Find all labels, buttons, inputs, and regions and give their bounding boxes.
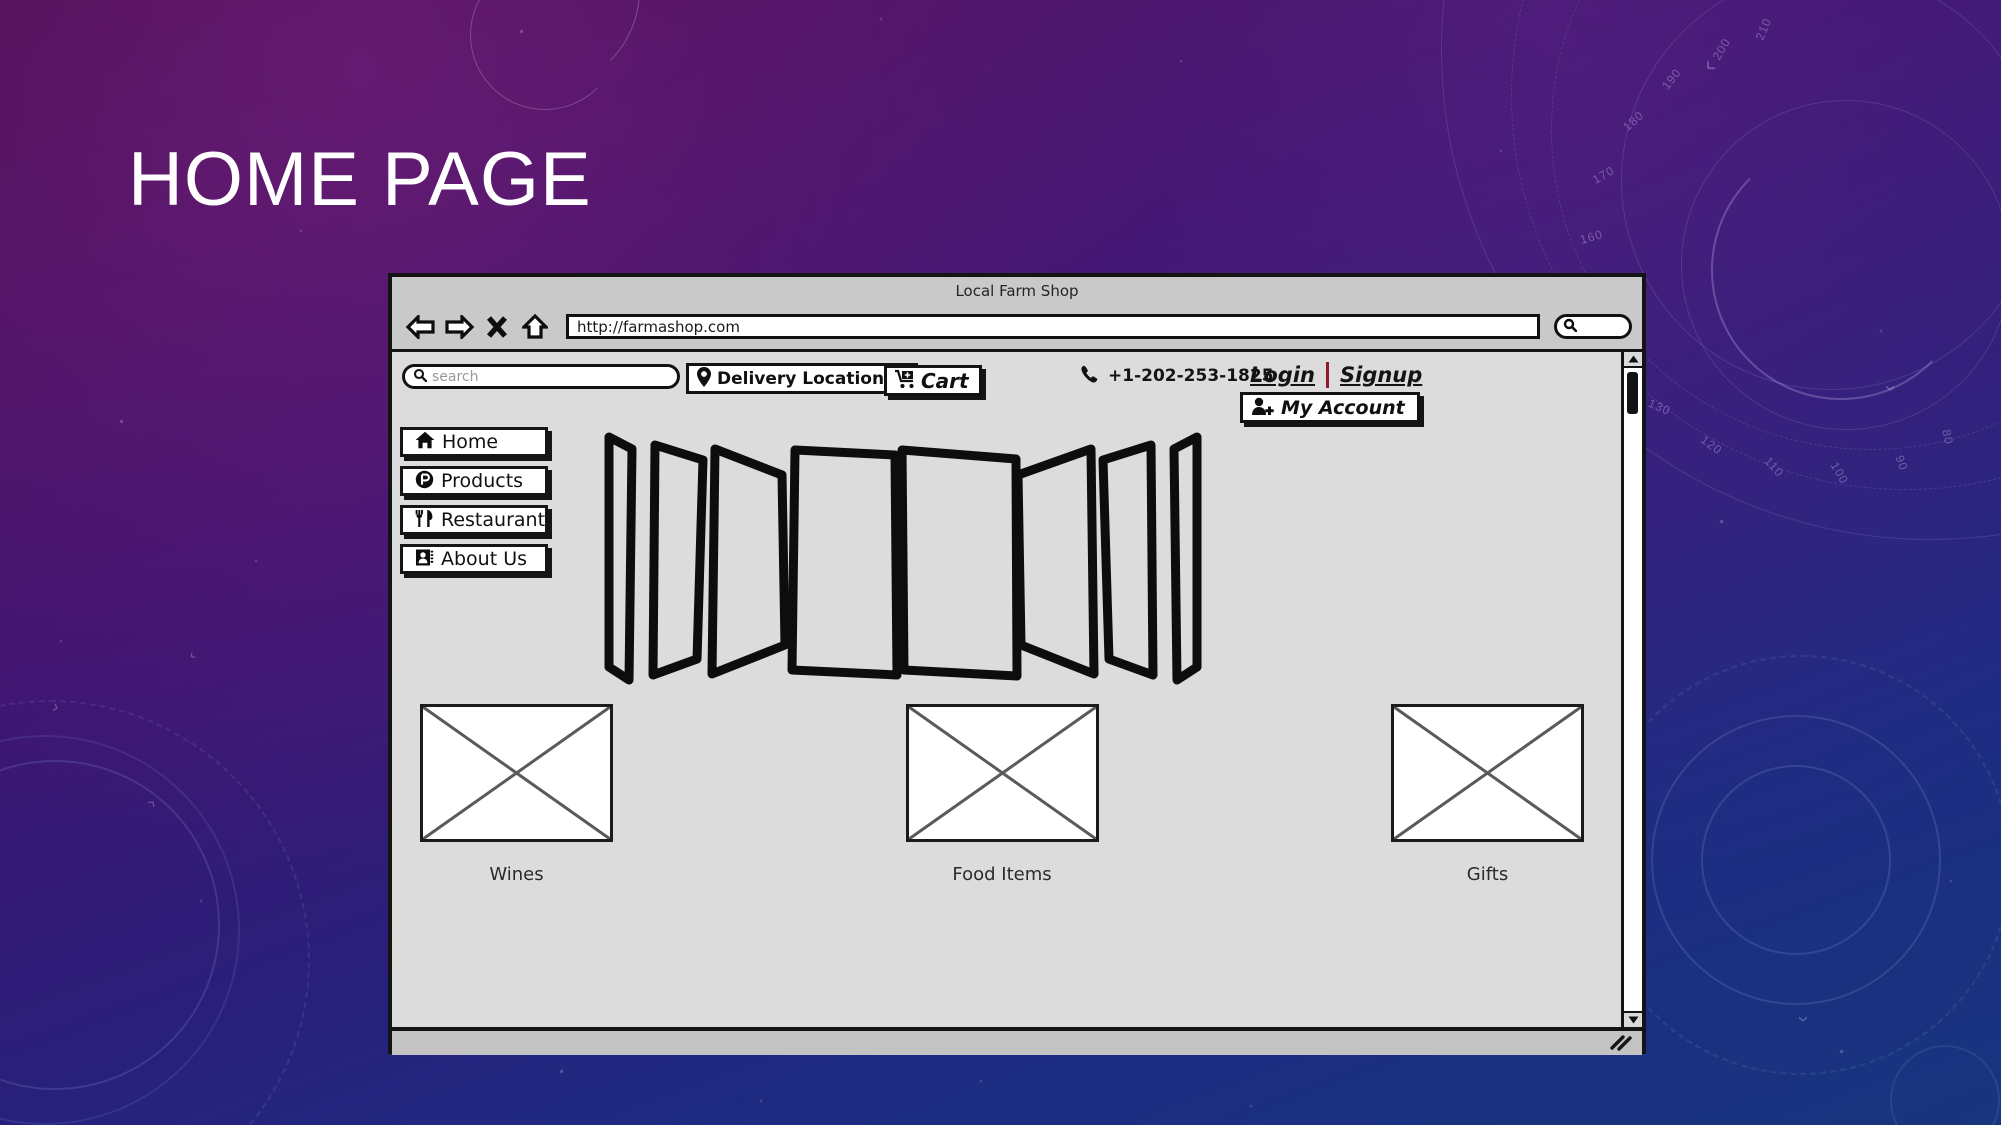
- sidebar-item-label: Products: [441, 470, 524, 492]
- decor-dust-speck: [200, 900, 202, 902]
- search-magnifier-icon: [413, 367, 428, 386]
- delivery-location-display[interactable]: Delivery Location: [689, 366, 893, 391]
- decor-dust-speck: [560, 1070, 563, 1073]
- forward-arrow-icon[interactable]: [442, 311, 476, 343]
- auth-separator: [1326, 362, 1329, 388]
- chrome-search-input[interactable]: [1554, 314, 1632, 339]
- decor-chevron-5: ‹: [1791, 1015, 1814, 1023]
- decor-dust-speck: [60, 640, 62, 642]
- category-cell-wines[interactable]: Wines: [420, 704, 613, 885]
- fork-knife-icon: [415, 509, 434, 532]
- sidebar-item-about-us[interactable]: About Us: [400, 544, 548, 574]
- phone-number: +1-202-253-1825: [1108, 366, 1274, 386]
- decor-dust-speck: [1840, 1050, 1843, 1053]
- cart-label: Cart: [921, 368, 969, 393]
- shopping-cart-icon: [894, 369, 916, 393]
- decor-dust-speck: [1500, 150, 1502, 152]
- decor-ring-topleft-2: [470, 0, 620, 110]
- vertical-scrollbar[interactable]: [1621, 352, 1642, 1027]
- close-x-icon[interactable]: [480, 311, 514, 343]
- sidebar-nav: Home Products Restaurant About Us: [400, 427, 548, 583]
- decor-dust-speck: [300, 230, 302, 232]
- search-placeholder: search: [432, 368, 479, 385]
- category-caption: Wines: [489, 864, 544, 885]
- home-house-icon[interactable]: [518, 311, 552, 343]
- browser-navbar: http://farmashop.com: [392, 304, 1642, 352]
- contact-phone: +1-202-253-1825: [1080, 364, 1274, 388]
- url-input[interactable]: http://farmashop.com: [566, 314, 1540, 339]
- phone-icon: [1080, 364, 1100, 388]
- decor-dial-number-14: 80: [1938, 428, 1956, 446]
- decor-dust-speck: [1180, 60, 1182, 62]
- decor-ring-br-dashed: [1591, 655, 2001, 1075]
- back-arrow-icon[interactable]: [404, 311, 438, 343]
- map-pin-icon: [696, 366, 712, 392]
- cart-button[interactable]: Cart: [884, 365, 982, 396]
- sidebar-item-label: Restaurant: [441, 509, 546, 531]
- decor-dust-speck: [880, 18, 882, 20]
- decor-dust-speck: [1720, 520, 1723, 523]
- chevron-up-icon: [1628, 355, 1638, 363]
- contact-card-icon: [415, 548, 434, 571]
- slide-canvas: ‹ ‹ 210 200 190 180 170 160 150 140 130 …: [0, 0, 2001, 1125]
- category-caption: Food Items: [952, 864, 1052, 885]
- url-value: http://farmashop.com: [577, 317, 740, 336]
- category-thumbnail-row: Wines Food Items Gifts: [402, 704, 1602, 885]
- decor-ring-bl-dashed: [0, 700, 310, 1125]
- decor-dust-speck: [690, 300, 692, 302]
- home-house-icon: [415, 431, 435, 453]
- decor-dust-speck: [120, 420, 123, 423]
- search-input[interactable]: search: [402, 364, 680, 389]
- decor-dust-speck: [980, 1080, 982, 1082]
- sidebar-item-products[interactable]: Products: [400, 466, 548, 496]
- decor-dust-speck: [760, 1100, 762, 1102]
- decor-dust-speck: [255, 560, 257, 562]
- image-placeholder[interactable]: [1391, 704, 1584, 842]
- sidebar-item-home[interactable]: Home: [400, 427, 548, 457]
- decor-dust-speck: [520, 30, 523, 33]
- my-account-label: My Account: [1281, 396, 1405, 419]
- sidebar-item-label: About Us: [441, 548, 528, 570]
- resize-handle-icon[interactable]: [1608, 1032, 1634, 1052]
- site-header-toolbar: search Delivery Location Cart +1-202-253…: [392, 352, 1642, 423]
- scroll-up-button[interactable]: [1624, 352, 1642, 368]
- category-cell-gifts[interactable]: Gifts: [1391, 704, 1584, 885]
- image-placeholder[interactable]: [420, 704, 613, 842]
- signup-link[interactable]: Signup: [1340, 363, 1422, 387]
- scrollbar-thumb[interactable]: [1627, 372, 1638, 414]
- category-cell-food-items[interactable]: Food Items: [905, 704, 1099, 885]
- decor-chevron-2: ‹: [1878, 384, 1901, 392]
- decor-dust-speck: [1630, 700, 1632, 702]
- my-account-button[interactable]: My Account: [1240, 392, 1420, 423]
- sidebar-item-restaurant[interactable]: Restaurant: [400, 505, 548, 535]
- chevron-down-icon: [1628, 1016, 1638, 1024]
- browser-titlebar: Local Farm Shop: [392, 277, 1642, 304]
- user-add-icon: [1251, 396, 1275, 420]
- auth-links: Login Signup: [1250, 362, 1422, 388]
- decor-ring-br-3: [1890, 1045, 2000, 1125]
- circled-p-icon: [415, 470, 434, 493]
- browser-window-mockup: Local Farm Shop http://farmashop.com sea…: [388, 273, 1646, 1055]
- decor-chevron-6: ‹: [185, 647, 200, 665]
- browser-window-title: Local Farm Shop: [955, 281, 1079, 300]
- decor-dust-speck: [1880, 330, 1882, 332]
- page-title: HOME PAGE: [128, 137, 592, 222]
- decor-dust-speck: [1950, 880, 1952, 882]
- category-caption: Gifts: [1466, 864, 1509, 885]
- browser-statusbar: [392, 1027, 1642, 1055]
- image-placeholder[interactable]: [905, 704, 1099, 842]
- delivery-location-label: Delivery Location: [717, 368, 885, 389]
- coverflow-carousel[interactable]: [602, 427, 1292, 692]
- sidebar-item-label: Home: [442, 431, 499, 453]
- page-viewport: search Delivery Location Cart +1-202-253…: [392, 352, 1642, 1027]
- decor-dust-speck: [1400, 980, 1402, 982]
- login-link[interactable]: Login: [1250, 363, 1315, 387]
- decor-dust-speck: [1250, 1105, 1252, 1107]
- search-magnifier-icon: [1563, 317, 1578, 336]
- scroll-down-button[interactable]: [1624, 1011, 1642, 1027]
